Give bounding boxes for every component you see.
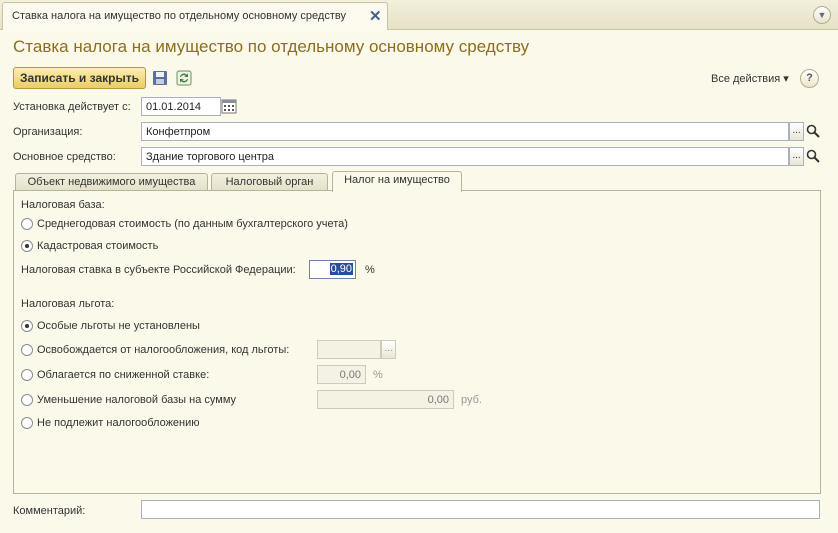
- tax-base-heading: Налоговая база:: [21, 199, 105, 211]
- reduction-amount-field[interactable]: 0,00: [317, 390, 454, 409]
- organization-label: Организация:: [13, 126, 83, 138]
- radio-reduced-rate[interactable]: [21, 369, 33, 381]
- tab-real-estate-object[interactable]: Объект недвижимого имущества: [15, 173, 208, 191]
- tab-menu-icon[interactable]: ▼: [813, 6, 831, 24]
- magnifier-icon[interactable]: [805, 148, 821, 164]
- radio-no-special-benefits[interactable]: [21, 320, 33, 332]
- asset-select-button[interactable]: ...: [789, 147, 804, 166]
- tax-rate-label: Налоговая ставка в субъекте Российской Ф…: [21, 264, 296, 276]
- tab-tax-authority[interactable]: Налоговый орган: [211, 173, 328, 191]
- radio-cadastral-value[interactable]: [21, 240, 33, 252]
- start-date-field[interactable]: 01.01.2014: [141, 97, 221, 116]
- all-actions-menu[interactable]: Все действия ▾: [711, 72, 789, 85]
- reduced-rate-unit: %: [373, 369, 383, 381]
- document-tab-title: Ставка налога на имущество по отдельному…: [12, 10, 346, 22]
- floppy-disk-icon[interactable]: [152, 70, 168, 86]
- asset-label: Основное средство:: [13, 151, 116, 163]
- benefit-heading: Налоговая льгота:: [21, 298, 115, 310]
- window-tab-bar: Ставка налога на имущество по отдельному…: [0, 0, 838, 30]
- tab-property-tax[interactable]: Налог на имущество: [332, 171, 462, 192]
- comment-field[interactable]: [141, 500, 820, 519]
- radio-average-annual-cost[interactable]: [21, 218, 33, 230]
- refresh-icon[interactable]: [176, 70, 192, 86]
- benefit-code-select-button[interactable]: ...: [381, 340, 396, 359]
- no-special-benefits-label[interactable]: Особые льготы не установлены: [37, 320, 200, 332]
- cadastral-value-label[interactable]: Кадастровая стоимость: [37, 240, 158, 252]
- help-button[interactable]: ?: [800, 69, 819, 88]
- not-taxable-label[interactable]: Не подлежит налогообложению: [37, 417, 200, 429]
- organization-field[interactable]: Конфетпром: [141, 122, 789, 141]
- reduced-rate-field[interactable]: 0,00: [317, 365, 366, 384]
- tax-rate-value: 0,90: [329, 263, 353, 275]
- comment-label: Комментарий:: [13, 505, 86, 517]
- close-icon[interactable]: ✕: [369, 7, 382, 25]
- start-date-label: Установка действует с:: [13, 101, 131, 113]
- base-reduction-label[interactable]: Уменьшение налоговой базы на сумму: [37, 394, 236, 406]
- tax-rate-unit: %: [365, 264, 375, 276]
- reduction-amount-unit: руб.: [461, 394, 482, 406]
- radio-exempt[interactable]: [21, 344, 33, 356]
- calendar-icon[interactable]: [221, 98, 237, 114]
- magnifier-icon[interactable]: [805, 123, 821, 139]
- tab-panel-property-tax: [13, 190, 821, 494]
- reduced-rate-label[interactable]: Облагается по сниженной ставке:: [37, 369, 209, 381]
- organization-select-button[interactable]: ...: [789, 122, 804, 141]
- save-and-close-button[interactable]: Записать и закрыть: [13, 67, 146, 89]
- benefit-code-field[interactable]: [317, 340, 381, 359]
- radio-not-taxable[interactable]: [21, 417, 33, 429]
- exempt-label[interactable]: Освобождается от налогообложения, код ль…: [37, 344, 289, 356]
- page-title: Ставка налога на имущество по отдельному…: [13, 37, 530, 56]
- average-annual-cost-label[interactable]: Среднегодовая стоимость (по данным бухга…: [37, 218, 348, 230]
- document-tab[interactable]: Ставка налога на имущество по отдельному…: [2, 2, 388, 30]
- radio-base-reduction[interactable]: [21, 394, 33, 406]
- tax-rate-input[interactable]: 0,90: [309, 260, 356, 279]
- asset-field[interactable]: Здание торгового центра: [141, 147, 789, 166]
